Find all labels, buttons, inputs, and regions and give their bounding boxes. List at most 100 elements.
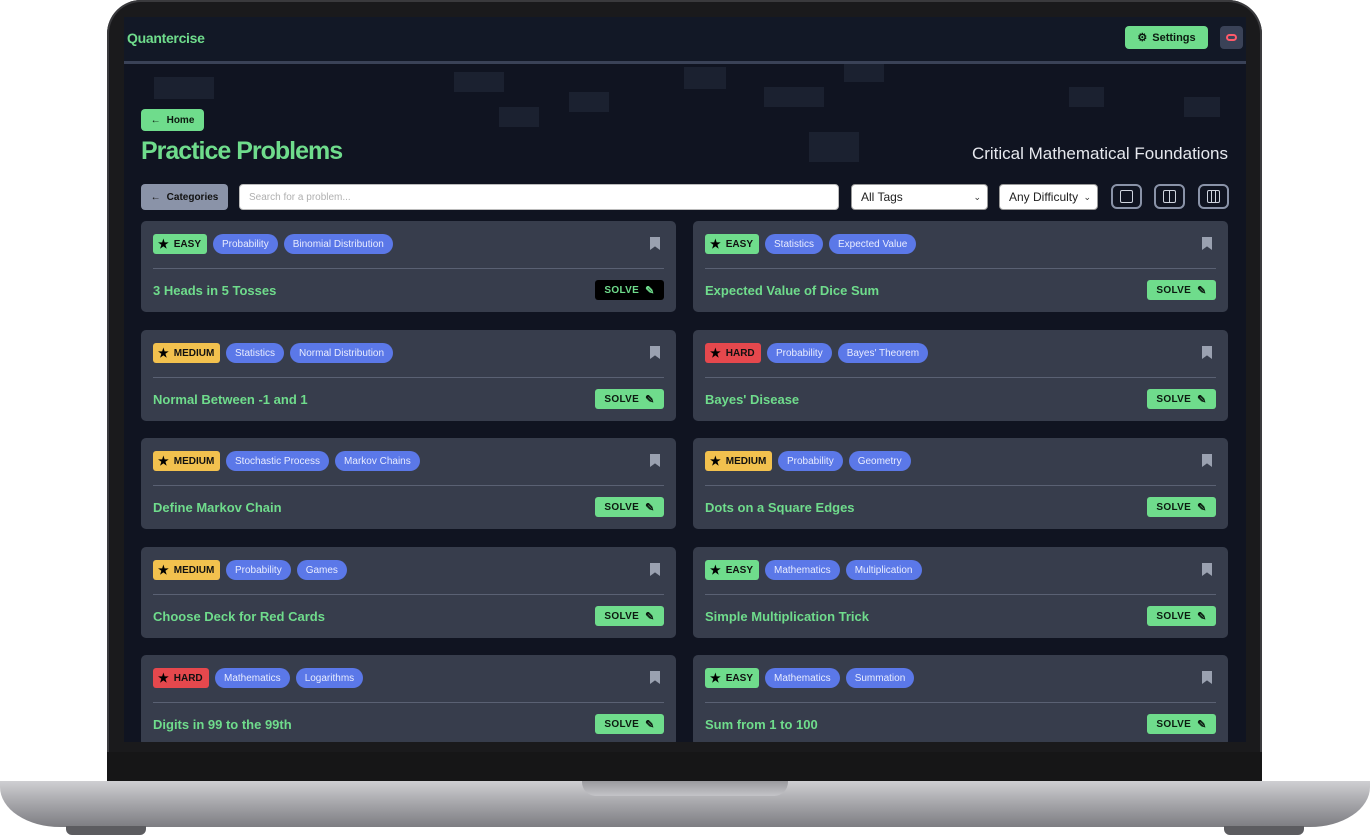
problem-title[interactable]: Define Markov Chain: [153, 500, 282, 515]
bookmark-icon[interactable]: [650, 563, 660, 576]
solve-label: SOLVE: [604, 718, 640, 730]
problem-title[interactable]: Expected Value of Dice Sum: [705, 283, 879, 298]
tag-pill[interactable]: Mathematics: [215, 668, 290, 688]
bookmark-icon[interactable]: [650, 454, 660, 467]
problem-card[interactable]: ★ MEDIUM Statistics Normal Distribution Norm…: [141, 330, 676, 421]
tag-pill[interactable]: Geometry: [848, 451, 911, 471]
problem-card[interactable]: ★ HARD Mathematics Logarithms Digits in 99 t…: [141, 655, 676, 742]
tag-pill[interactable]: Statistics: [765, 234, 824, 254]
star-icon: ★: [710, 563, 721, 577]
solve-label: SOLVE: [1156, 501, 1192, 513]
bookmark-icon[interactable]: [650, 346, 660, 359]
tag-pill[interactable]: Mathematics: [765, 668, 840, 688]
tag-pill[interactable]: Multiplication: [845, 560, 922, 580]
divider: [705, 268, 1216, 269]
problem-card[interactable]: ★ EASY Mathematics Multiplication Simple Mul…: [693, 547, 1228, 638]
problem-title[interactable]: Dots on a Square Edges: [705, 500, 855, 515]
tag-pill[interactable]: Normal Distribution: [290, 343, 394, 363]
layout-one-column-button[interactable]: [1111, 184, 1142, 209]
one-column-icon: [1120, 190, 1133, 203]
chevron-down-icon: ⌄: [1083, 191, 1091, 202]
problem-card[interactable]: ★ EASY Mathematics Summation Sum from 1 to 1…: [693, 655, 1228, 742]
layout-three-column-button[interactable]: [1198, 184, 1229, 209]
difficulty-label: MEDIUM: [173, 564, 215, 576]
problem-title[interactable]: Choose Deck for Red Cards: [153, 609, 325, 624]
problem-card[interactable]: ★ HARD Probability Bayes' Theorem Bayes' Dis…: [693, 330, 1228, 421]
bookmark-icon[interactable]: [1202, 346, 1212, 359]
difficulty-label: HARD: [725, 347, 755, 359]
bookmark-icon[interactable]: [1202, 671, 1212, 684]
theme-toggle-button[interactable]: [1220, 26, 1243, 49]
arrow-left-icon: ←: [150, 191, 161, 203]
bookmark-icon[interactable]: [650, 671, 660, 684]
settings-label: Settings: [1152, 31, 1196, 44]
difficulty-select[interactable]: Any Difficulty ⌄: [999, 184, 1098, 210]
problem-title[interactable]: Bayes' Disease: [705, 392, 799, 407]
problem-title[interactable]: Digits in 99 to the 99th: [153, 717, 292, 732]
tag-list: Probability Bayes' Theorem: [767, 343, 929, 363]
difficulty-label: HARD: [173, 672, 203, 684]
tag-pill[interactable]: Mathematics: [765, 560, 840, 580]
tag-pill[interactable]: Summation: [845, 668, 915, 688]
tag-pill[interactable]: Statistics: [226, 343, 285, 363]
difficulty-label: EASY: [725, 672, 753, 684]
tag-pill[interactable]: Probability: [213, 234, 278, 254]
pencil-icon: ✎: [1197, 393, 1207, 406]
pencil-icon: ✎: [645, 501, 655, 514]
solve-button[interactable]: SOLVE ✎: [595, 280, 664, 300]
pencil-icon: ✎: [1197, 610, 1207, 623]
settings-button[interactable]: ⚙ Settings: [1125, 26, 1208, 49]
tag-pill[interactable]: Probability: [767, 343, 832, 363]
problem-title[interactable]: Simple Multiplication Trick: [705, 609, 869, 624]
tag-pill[interactable]: Logarithms: [295, 668, 364, 688]
brand-logo[interactable]: Quantercise: [127, 30, 205, 46]
pencil-icon: ✎: [645, 393, 655, 406]
problem-title[interactable]: Normal Between -1 and 1: [153, 392, 308, 407]
tag-pill[interactable]: Stochastic Process: [226, 451, 330, 471]
tags-select[interactable]: All Tags ⌄: [851, 184, 988, 210]
layout-two-column-button[interactable]: [1154, 184, 1185, 209]
home-button[interactable]: ← Home: [141, 109, 204, 131]
problem-title[interactable]: Sum from 1 to 100: [705, 717, 818, 732]
tag-pill[interactable]: Probability: [226, 560, 291, 580]
tag-pill[interactable]: Markov Chains: [335, 451, 420, 471]
problem-card[interactable]: ★ EASY Probability Binomial Distribution 3 H…: [141, 221, 676, 312]
solve-button[interactable]: SOLVE ✎: [595, 606, 664, 626]
problem-card[interactable]: ★ MEDIUM Probability Games Choose Deck for R…: [141, 547, 676, 638]
solve-button[interactable]: SOLVE ✎: [595, 714, 664, 734]
top-bar: Quantercise ⚙ Settings: [124, 17, 1246, 64]
solve-button[interactable]: SOLVE ✎: [1147, 389, 1216, 409]
solve-button[interactable]: SOLVE ✎: [1147, 714, 1216, 734]
divider: [153, 594, 664, 595]
difficulty-badge: ★ MEDIUM: [153, 451, 221, 471]
tag-pill[interactable]: Expected Value: [829, 234, 917, 254]
home-label: Home: [166, 114, 195, 126]
tag-pill[interactable]: Bayes' Theorem: [837, 343, 929, 363]
bookmark-icon[interactable]: [1202, 454, 1212, 467]
bookmark-icon[interactable]: [1202, 563, 1212, 576]
divider: [705, 594, 1216, 595]
tag-pill[interactable]: Binomial Distribution: [283, 234, 393, 254]
difficulty-badge: ★ EASY: [705, 560, 759, 580]
tag-pill[interactable]: Probability: [778, 451, 843, 471]
problem-card[interactable]: ★ MEDIUM Stochastic Process Markov Chains De…: [141, 438, 676, 529]
solve-button[interactable]: SOLVE ✎: [595, 497, 664, 517]
solve-button[interactable]: SOLVE ✎: [1147, 606, 1216, 626]
pencil-icon: ✎: [1197, 284, 1207, 297]
difficulty-label: MEDIUM: [173, 455, 215, 467]
problem-card[interactable]: ★ EASY Statistics Expected Value Expected Va…: [693, 221, 1228, 312]
star-icon: ★: [158, 671, 169, 685]
bookmark-icon[interactable]: [1202, 237, 1212, 250]
solve-button[interactable]: SOLVE ✎: [1147, 497, 1216, 517]
difficulty-badge: ★ MEDIUM: [153, 343, 221, 363]
solve-button[interactable]: SOLVE ✎: [1147, 280, 1216, 300]
chevron-down-icon: ⌄: [973, 191, 981, 202]
search-input[interactable]: [239, 184, 839, 210]
pencil-icon: ✎: [645, 718, 655, 731]
problem-card[interactable]: ★ MEDIUM Probability Geometry Dots on a Squa…: [693, 438, 1228, 529]
solve-button[interactable]: SOLVE ✎: [595, 389, 664, 409]
bookmark-icon[interactable]: [650, 237, 660, 250]
categories-button[interactable]: ← Categories: [141, 184, 228, 210]
problem-title[interactable]: 3 Heads in 5 Tosses: [153, 283, 276, 298]
tag-pill[interactable]: Games: [296, 560, 347, 580]
